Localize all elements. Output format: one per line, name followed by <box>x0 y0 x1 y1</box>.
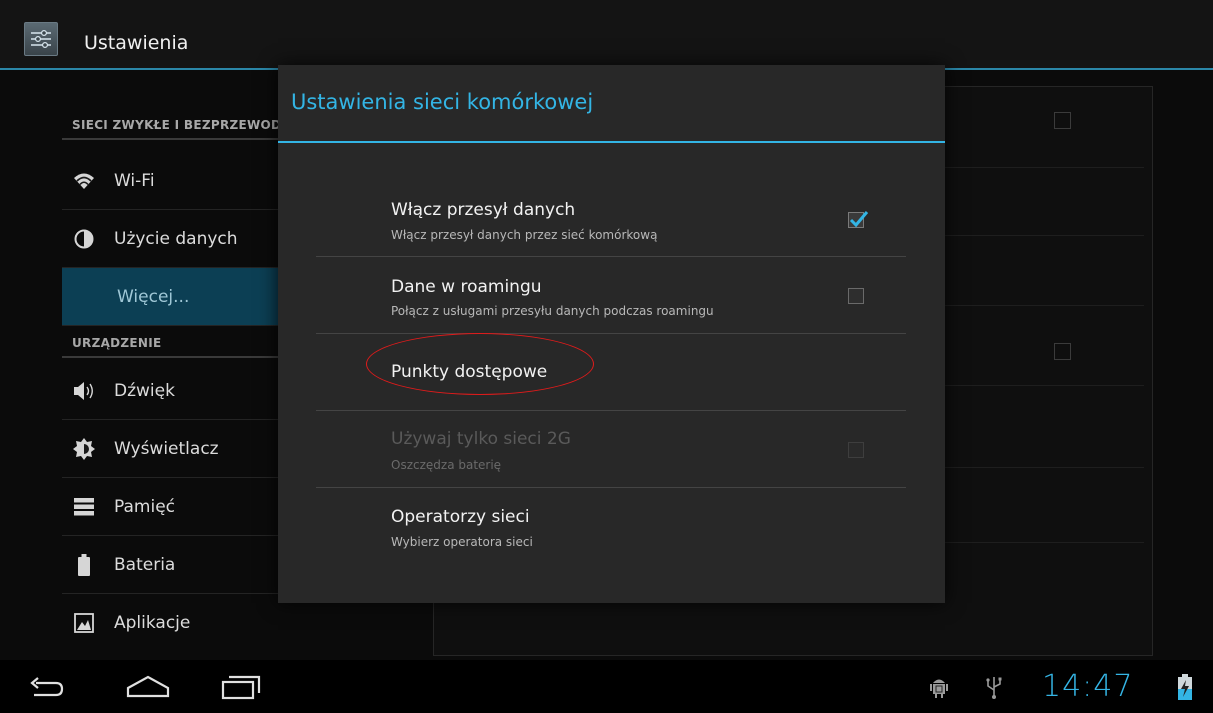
pref-title: Dane w roamingu <box>391 277 542 297</box>
settings-sidebar: SIECI ZWYKŁE I BEZPRZEWODOWE Wi-Fi Użyci… <box>62 100 280 650</box>
pref-summary: Wybierz operatora sieci <box>391 535 533 549</box>
system-bar: 14:47 <box>0 660 1213 713</box>
sidebar-item-label: Aplikacje <box>114 612 191 633</box>
status-clock: 14:47 <box>1042 669 1134 704</box>
android-debug-icon <box>930 676 948 702</box>
usb-icon <box>986 675 1002 703</box>
pref-title: Operatorzy sieci <box>391 507 530 527</box>
storage-icon <box>72 495 96 519</box>
data-roaming-checkbox[interactable] <box>848 288 864 304</box>
sidebar-item-label: Wyświetlacz <box>114 438 219 459</box>
pref-title: Używaj tylko sieci 2G <box>391 429 571 449</box>
pref-2g-only: Używaj tylko sieci 2G Oszczędza baterię <box>316 411 906 488</box>
detail-checkbox <box>1054 112 1071 129</box>
sidebar-item-wifi[interactable]: Wi-Fi <box>62 152 280 210</box>
pref-summary: Włącz przesył danych przez sieć komórkow… <box>391 228 658 242</box>
recent-apps-icon[interactable] <box>219 670 263 704</box>
back-icon[interactable] <box>24 670 68 704</box>
mobile-network-settings-dialog: Ustawienia sieci komórkowej Włącz przesy… <box>278 65 945 603</box>
2g-only-checkbox <box>848 442 864 458</box>
red-circle-annotation <box>366 333 594 395</box>
pref-title: Włącz przesył danych <box>391 200 576 220</box>
sidebar-item-apps[interactable]: Aplikacje <box>62 594 280 650</box>
pref-summary: Połącz z usługami przesyłu danych podcza… <box>391 304 714 318</box>
pref-mobile-data[interactable]: Włącz przesył danych Włącz przesył danyc… <box>316 182 906 257</box>
sidebar-item-data-usage[interactable]: Użycie danych <box>62 210 280 268</box>
section-header-networks: SIECI ZWYKŁE I BEZPRZEWODOWE <box>62 110 280 140</box>
data-usage-icon <box>72 227 96 251</box>
wifi-icon <box>72 169 96 193</box>
detail-divider <box>944 467 1144 468</box>
section-header-device: URZĄDZENIE <box>62 328 280 358</box>
detail-divider <box>944 385 1144 386</box>
apps-icon <box>72 611 96 635</box>
sidebar-item-label: Więcej... <box>117 286 190 307</box>
settings-sliders-icon[interactable] <box>24 22 58 56</box>
sidebar-item-battery[interactable]: Bateria <box>62 536 280 594</box>
detail-checkbox <box>1054 343 1071 360</box>
sidebar-item-sound[interactable]: Dźwięk <box>62 362 280 420</box>
detail-divider <box>944 305 1144 306</box>
action-bar: Ustawienia <box>0 0 1213 70</box>
sidebar-item-label: Wi-Fi <box>114 170 155 191</box>
pref-summary: Oszczędza baterię <box>391 458 502 472</box>
dialog-title: Ustawienia sieci komórkowej <box>278 65 945 143</box>
pref-network-operators[interactable]: Operatorzy sieci Wybierz operatora sieci <box>316 488 906 563</box>
sidebar-item-label: Pamięć <box>114 496 175 517</box>
checkmark-icon <box>849 211 869 228</box>
sidebar-item-storage[interactable]: Pamięć <box>62 478 280 536</box>
app-title: Ustawienia <box>84 32 189 54</box>
sidebar-item-label: Użycie danych <box>114 228 238 249</box>
detail-divider <box>944 167 1144 168</box>
sidebar-item-label: Bateria <box>114 554 176 575</box>
brightness-icon <box>72 437 96 461</box>
home-icon[interactable] <box>126 670 170 704</box>
sidebar-item-label: Dźwięk <box>114 380 175 401</box>
sidebar-item-more[interactable]: Więcej... <box>62 268 280 326</box>
detail-divider <box>944 542 1144 543</box>
sidebar-item-display[interactable]: Wyświetlacz <box>62 420 280 478</box>
battery-icon <box>72 553 96 577</box>
detail-divider <box>944 235 1144 236</box>
battery-charging-icon <box>1178 674 1192 704</box>
speaker-icon <box>72 379 96 403</box>
pref-data-roaming[interactable]: Dane w roamingu Połącz z usługami przesy… <box>316 257 906 334</box>
mobile-data-checkbox[interactable] <box>848 211 869 228</box>
